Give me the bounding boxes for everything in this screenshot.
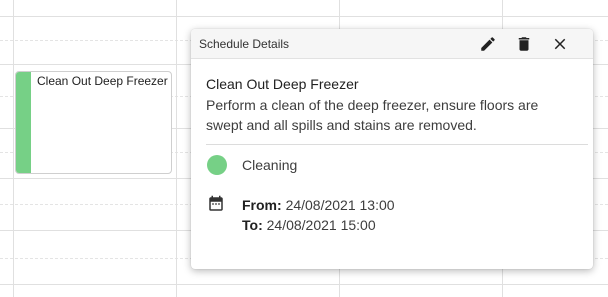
schedule-details-popup: Schedule Details Clean Out Deep Freezer … xyxy=(191,29,593,269)
from-value: 24/08/2021 13:00 xyxy=(285,197,395,213)
grid-column-line xyxy=(176,0,177,297)
event-subject: Clean Out Deep Freezer xyxy=(206,76,359,92)
trash-icon xyxy=(518,37,530,51)
calendar-icon xyxy=(207,195,225,213)
from-label: From: xyxy=(242,197,282,213)
time-from: From: 24/08/2021 13:00 xyxy=(242,197,395,213)
pencil-icon xyxy=(481,37,495,51)
close-icon xyxy=(554,38,566,50)
to-label: To: xyxy=(242,217,263,233)
to-value: 24/08/2021 15:00 xyxy=(266,217,376,233)
popup-header: Schedule Details xyxy=(191,29,593,59)
event-description: Perform a clean of the deep freezer, ens… xyxy=(206,97,539,133)
grid-line xyxy=(0,16,608,17)
event-category-bar xyxy=(16,72,31,173)
event-title: Clean Out Deep Freezer xyxy=(37,74,168,88)
divider xyxy=(206,144,588,145)
grid-column-line xyxy=(13,0,14,297)
delete-button[interactable] xyxy=(513,33,535,55)
close-button[interactable] xyxy=(549,33,571,55)
grid-line xyxy=(0,284,608,285)
category-color-dot xyxy=(207,155,227,175)
time-to: To: 24/08/2021 15:00 xyxy=(242,217,376,233)
category-label: Cleaning xyxy=(242,157,298,173)
popup-title: Schedule Details xyxy=(199,37,290,51)
calendar-event-card[interactable]: Clean Out Deep Freezer xyxy=(15,71,172,174)
edit-button[interactable] xyxy=(477,33,499,55)
